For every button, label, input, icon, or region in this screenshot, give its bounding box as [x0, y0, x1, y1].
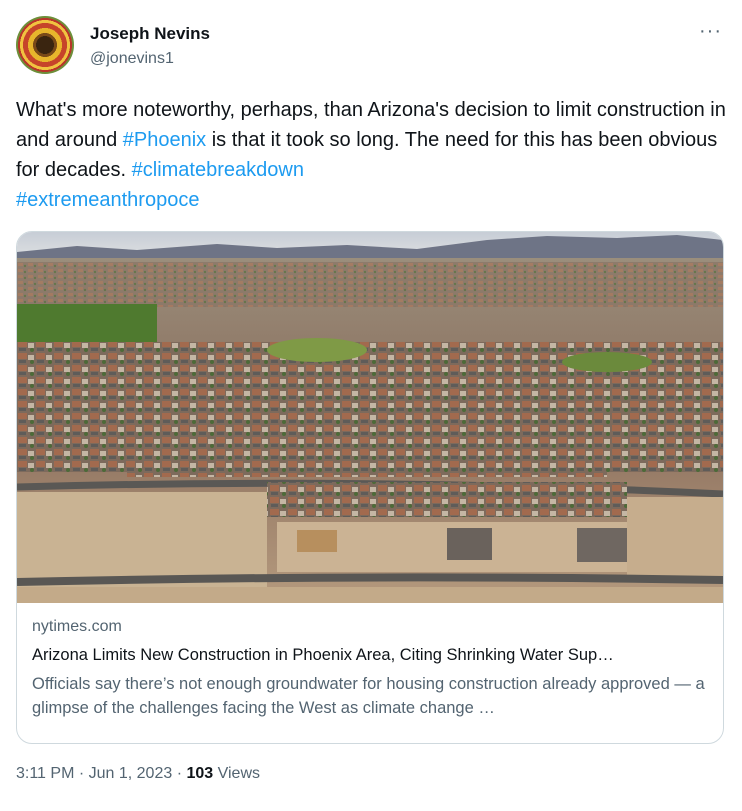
hashtag-phoenix[interactable]: #Phoenix	[123, 129, 206, 151]
card-image[interactable]	[17, 232, 723, 603]
views-label: Views	[213, 765, 261, 782]
tweet-header: Joseph Nevins @jonevins1 ···	[16, 16, 726, 76]
views-count: 103	[186, 765, 214, 782]
card-description: Officials say there’s not enough groundw…	[32, 675, 705, 717]
timestamp[interactable]: 3:11 PM · Jun 1, 2023 ·	[16, 765, 186, 782]
card-domain: nytimes.com	[32, 618, 122, 635]
author-name[interactable]: Joseph Nevins	[90, 24, 210, 44]
card-title[interactable]: Arizona Limits New Construction in Phoen…	[32, 644, 708, 666]
hashtag-climatebreakdown[interactable]: #climatebreakdown	[132, 159, 304, 181]
avatar[interactable]	[16, 16, 74, 74]
hashtag-extremeanthropoce[interactable]: #extremeanthropoce	[16, 189, 199, 211]
tweet-text: What's more noteworthy, perhaps, than Ar…	[16, 95, 728, 215]
more-options-icon[interactable]: ···	[699, 20, 722, 43]
link-card[interactable]: nytimes.com Arizona Limits New Construct…	[16, 231, 724, 744]
tweet-footer: 3:11 PM · Jun 1, 2023 · 103 Views	[16, 765, 260, 783]
author-handle[interactable]: @jonevins1	[90, 50, 174, 68]
card-meta: nytimes.com Arizona Limits New Construct…	[32, 616, 708, 720]
